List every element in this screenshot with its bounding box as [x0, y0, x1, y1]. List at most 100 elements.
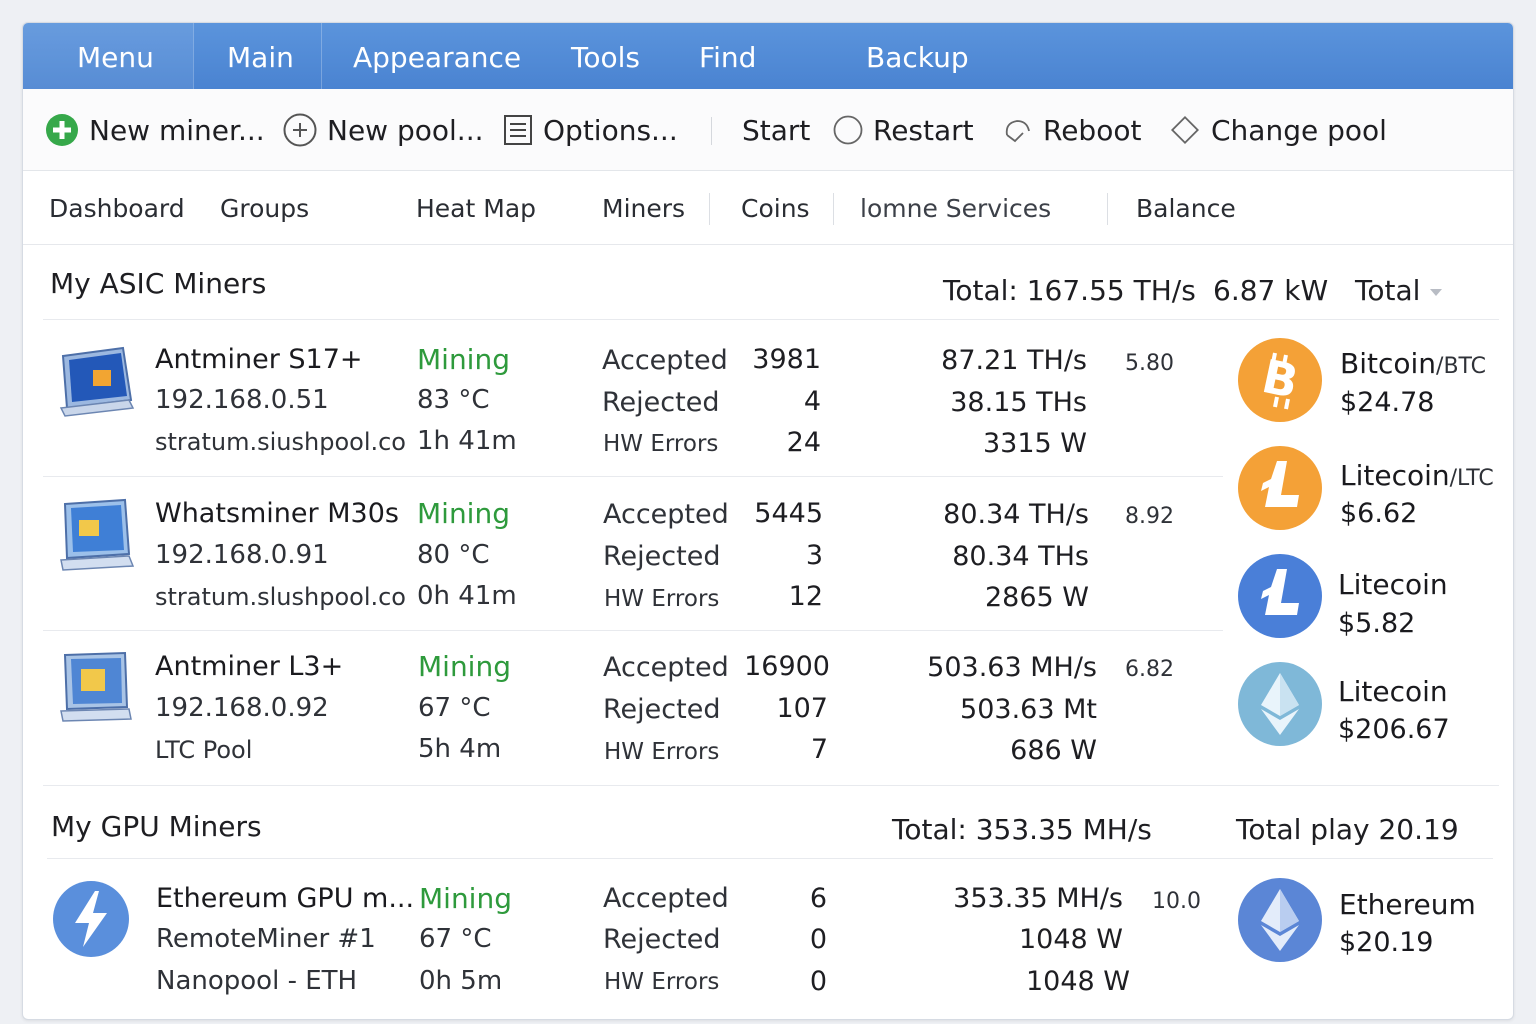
coin-price: $206.67 — [1338, 714, 1450, 745]
reboot-label: Reboot — [1043, 113, 1142, 147]
asic-miner-icon — [57, 649, 137, 731]
toolbar-separator — [711, 117, 712, 145]
menu-item-menu[interactable]: Menu — [77, 23, 154, 89]
coin-price: $24.78 — [1340, 387, 1435, 418]
asic-total-hashrate: Total: 167.55 TH/s — [943, 274, 1196, 307]
gpu-total-play: Total play 20.19 — [1236, 813, 1459, 846]
power-draw: 686 W — [1010, 735, 1097, 766]
miner-row[interactable]: Antminer S17+ 192.168.0.51 stratum.siush… — [23, 338, 1223, 478]
coin-name: Litecoin/LTC — [1340, 459, 1494, 492]
tab-separator — [709, 193, 710, 225]
power-draw: 2865 W — [985, 582, 1089, 613]
rejected-count: 3 — [805, 540, 823, 571]
gpu-total-hashrate: Total: 353.35 MH/s — [892, 813, 1152, 846]
asic-total-power: 6.87 kW — [1213, 274, 1329, 307]
hw-errors-count: 24 — [786, 427, 821, 458]
menu-item-backup[interactable]: Backup — [866, 23, 969, 89]
miner-row[interactable]: Ethereum GPU m... RemoteMiner #1 Nanopoo… — [23, 879, 1223, 1009]
accepted-count: 6 — [809, 883, 827, 914]
reboot-button[interactable]: Reboot — [1001, 89, 1141, 171]
hashrate-avg: 38.15 THs — [950, 387, 1087, 418]
menu-item-appearance[interactable]: Appearance — [353, 23, 521, 89]
coin-price: $5.82 — [1338, 608, 1416, 639]
hw-errors-label: HW Errors — [604, 586, 720, 612]
coin-card-litecoin[interactable]: Litecoin $5.82 — [1237, 553, 1507, 643]
coin-price: $20.19 — [1339, 927, 1434, 958]
coin-name-text: Bitcoin — [1340, 347, 1437, 380]
start-button[interactable]: Start — [742, 89, 810, 171]
coin-name: Bitcoin/BTC — [1340, 347, 1486, 380]
hw-errors-label: HW Errors — [603, 431, 719, 457]
chevron-down-icon — [1430, 288, 1443, 296]
restart-button[interactable]: Restart — [833, 89, 974, 171]
tab-miners[interactable]: Miners — [602, 171, 685, 245]
new-miner-label: New miner... — [89, 113, 265, 147]
miner-uptime: 0h 41m — [417, 581, 517, 611]
tab-dashboard[interactable]: Dashboard — [49, 171, 185, 245]
menu-item-tools[interactable]: Tools — [571, 23, 640, 89]
rejected-label: Rejected — [603, 924, 721, 955]
hashrate: 353.35 MH/s — [953, 883, 1123, 914]
miner-row[interactable]: Antminer L3+ 192.168.0.92 LTC Pool Minin… — [23, 645, 1223, 785]
tab-groups[interactable]: Groups — [220, 171, 309, 245]
new-pool-button[interactable]: New pool... — [283, 89, 484, 171]
accepted-label: Accepted — [603, 883, 729, 914]
options-button[interactable]: Options... — [503, 89, 678, 171]
miner-temp: 80 °C — [417, 540, 490, 570]
menu-item-find[interactable]: Find — [699, 23, 756, 89]
miner-temp: 67 °C — [418, 693, 491, 723]
change-pool-label: Change pool — [1211, 113, 1387, 147]
asic-miner-icon — [57, 342, 137, 424]
tab-coins[interactable]: Coins — [741, 171, 810, 245]
new-pool-label: New pool... — [327, 113, 484, 147]
bitcoin-icon: B — [1238, 338, 1322, 422]
miner-uptime: 1h 41m — [417, 426, 517, 456]
power-draw: 3315 W — [983, 428, 1087, 459]
coin-card-litecoin[interactable]: Litecoin $206.67 — [1237, 661, 1507, 751]
total-dropdown[interactable]: Total — [1355, 274, 1443, 307]
litecoin-icon — [1238, 446, 1322, 530]
miner-row[interactable]: Whatsminer M30s 192.168.0.91 stratum.slu… — [23, 492, 1223, 632]
gpu-section-title: My GPU Miners — [51, 810, 262, 843]
tab-heat-map[interactable]: Heat Map — [416, 171, 536, 245]
rejected-label: Rejected — [603, 541, 721, 572]
divider — [47, 858, 1493, 859]
coin-name: Ethereum — [1339, 888, 1476, 921]
hashrate-avg: 80.34 THs — [952, 541, 1089, 572]
accepted-count: 5445 — [754, 498, 823, 529]
miner-name[interactable]: Antminer L3+ — [155, 651, 343, 682]
tab-balance[interactable]: Balance — [1136, 171, 1236, 245]
miner-name[interactable]: Whatsminer M30s — [155, 498, 399, 529]
coin-card-bitcoin[interactable]: B Bitcoin/BTC $24.78 — [1237, 337, 1507, 427]
miner-name[interactable]: Antminer S17+ — [155, 344, 363, 375]
miner-host: RemoteMiner #1 — [156, 924, 376, 954]
ethereum-icon — [1238, 662, 1322, 746]
menu-item-main[interactable]: Main — [227, 23, 294, 89]
miner-pool: stratum.slushpool.co — [155, 583, 406, 611]
restart-label: Restart — [873, 113, 974, 147]
miner-uptime: 0h 5m — [419, 966, 503, 996]
coin-card-ethereum[interactable]: Ethereum $20.19 — [1237, 877, 1507, 967]
efficiency-value: 8.92 — [1125, 504, 1174, 529]
hashrate: 503.63 MH/s — [927, 652, 1097, 683]
hashrate-avg: 503.63 Mt — [960, 694, 1097, 725]
new-miner-button[interactable]: New miner... — [45, 89, 265, 171]
accepted-count: 3981 — [752, 344, 821, 375]
coin-name: Litecoin — [1338, 568, 1448, 601]
miner-ip: 192.168.0.51 — [155, 385, 329, 415]
coin-card-litecoin[interactable]: Litecoin/LTC $6.62 — [1237, 445, 1507, 535]
reboot-icon — [1005, 120, 1030, 143]
hw-errors-count: 0 — [809, 966, 827, 997]
divider — [43, 630, 1223, 631]
status-badge: Mining — [417, 343, 510, 376]
menu-bar: Menu Main Appearance Tools Find Backup — [23, 23, 1513, 89]
nav-tabs: Dashboard Groups Heat Map Miners Coins l… — [23, 171, 1513, 245]
change-pool-button[interactable]: Change pool — [1169, 89, 1387, 171]
miner-name[interactable]: Ethereum GPU m... — [156, 883, 414, 914]
tab-services[interactable]: lomne Services — [860, 171, 1051, 245]
status-badge: Mining — [418, 650, 511, 683]
divider — [43, 319, 1499, 320]
asic-section-title: My ASIC Miners — [50, 267, 267, 300]
coin-price: $6.62 — [1340, 498, 1418, 529]
circle-icon — [833, 115, 863, 145]
